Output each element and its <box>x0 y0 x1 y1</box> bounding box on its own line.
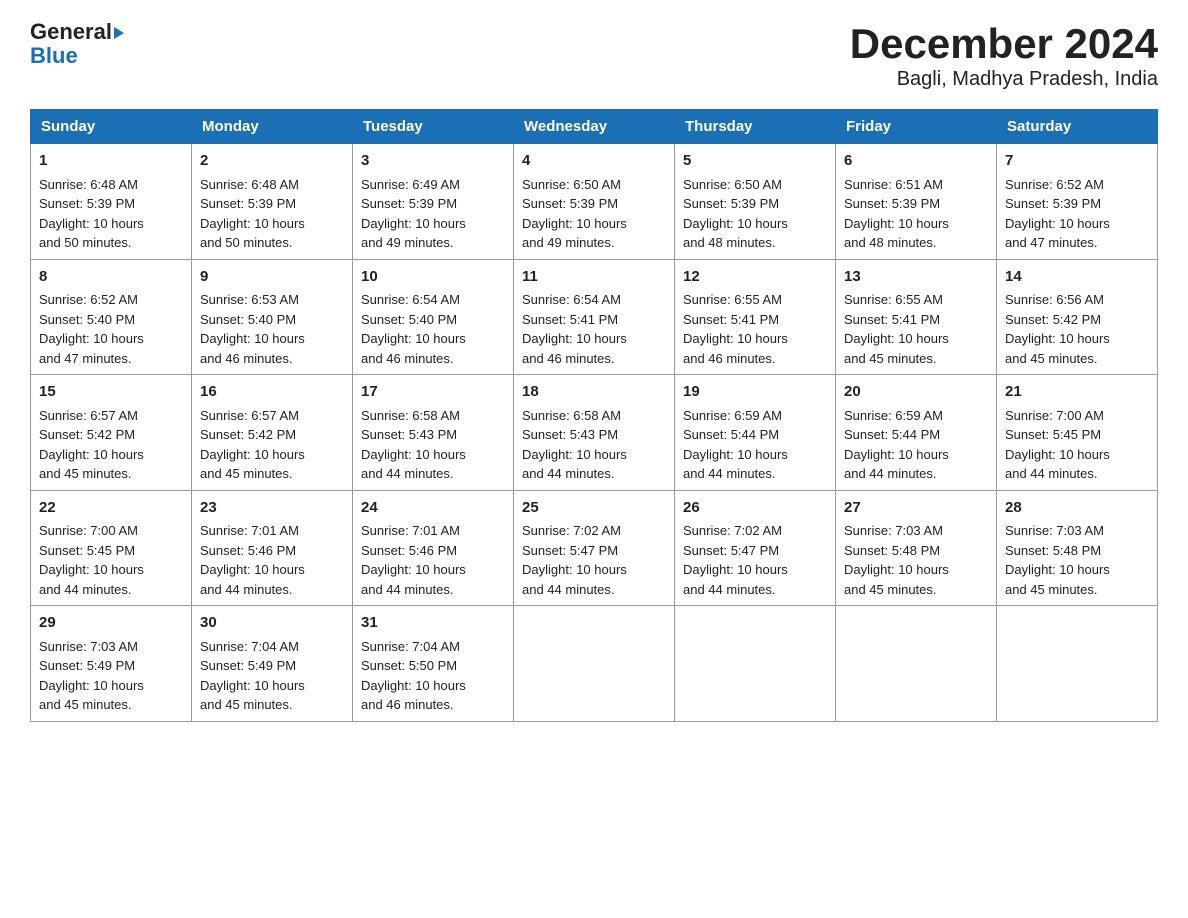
day-number: 31 <box>361 612 505 635</box>
logo: General Blue <box>30 20 124 68</box>
calendar-day-cell: 3Sunrise: 6:49 AMSunset: 5:39 PMDaylight… <box>353 144 514 260</box>
calendar-day-cell: 12Sunrise: 6:55 AMSunset: 5:41 PMDayligh… <box>675 259 836 375</box>
calendar-day-cell: 21Sunrise: 7:00 AMSunset: 5:45 PMDayligh… <box>997 375 1158 491</box>
calendar-week-row: 15Sunrise: 6:57 AMSunset: 5:42 PMDayligh… <box>31 375 1158 491</box>
day-number: 14 <box>1005 266 1149 289</box>
day-number: 4 <box>522 150 666 173</box>
calendar-week-row: 1Sunrise: 6:48 AMSunset: 5:39 PMDaylight… <box>31 144 1158 260</box>
day-number: 23 <box>200 497 344 520</box>
calendar-day-cell: 2Sunrise: 6:48 AMSunset: 5:39 PMDaylight… <box>192 144 353 260</box>
page-header: General Blue December 2024 Bagli, Madhya… <box>30 20 1158 91</box>
calendar-day-cell: 25Sunrise: 7:02 AMSunset: 5:47 PMDayligh… <box>514 490 675 606</box>
calendar-day-cell: 19Sunrise: 6:59 AMSunset: 5:44 PMDayligh… <box>675 375 836 491</box>
calendar-day-cell: 6Sunrise: 6:51 AMSunset: 5:39 PMDaylight… <box>836 144 997 260</box>
day-number: 21 <box>1005 381 1149 404</box>
weekday-header: Friday <box>836 110 997 144</box>
calendar-day-cell <box>836 606 997 722</box>
day-number: 2 <box>200 150 344 173</box>
day-number: 6 <box>844 150 988 173</box>
calendar-body: 1Sunrise: 6:48 AMSunset: 5:39 PMDaylight… <box>31 144 1158 722</box>
day-number: 10 <box>361 266 505 289</box>
weekday-header: Thursday <box>675 110 836 144</box>
calendar-header: SundayMondayTuesdayWednesdayThursdayFrid… <box>31 110 1158 144</box>
day-number: 24 <box>361 497 505 520</box>
calendar-subtitle: Bagli, Madhya Pradesh, India <box>850 68 1158 91</box>
day-number: 17 <box>361 381 505 404</box>
day-number: 28 <box>1005 497 1149 520</box>
weekday-header: Saturday <box>997 110 1158 144</box>
calendar-day-cell: 16Sunrise: 6:57 AMSunset: 5:42 PMDayligh… <box>192 375 353 491</box>
day-number: 25 <box>522 497 666 520</box>
day-number: 13 <box>844 266 988 289</box>
calendar-week-row: 22Sunrise: 7:00 AMSunset: 5:45 PMDayligh… <box>31 490 1158 606</box>
calendar-day-cell: 20Sunrise: 6:59 AMSunset: 5:44 PMDayligh… <box>836 375 997 491</box>
day-number: 30 <box>200 612 344 635</box>
calendar-day-cell <box>514 606 675 722</box>
calendar-day-cell: 30Sunrise: 7:04 AMSunset: 5:49 PMDayligh… <box>192 606 353 722</box>
calendar-day-cell: 14Sunrise: 6:56 AMSunset: 5:42 PMDayligh… <box>997 259 1158 375</box>
day-number: 18 <box>522 381 666 404</box>
calendar-day-cell: 28Sunrise: 7:03 AMSunset: 5:48 PMDayligh… <box>997 490 1158 606</box>
day-number: 11 <box>522 266 666 289</box>
calendar-day-cell: 26Sunrise: 7:02 AMSunset: 5:47 PMDayligh… <box>675 490 836 606</box>
day-number: 16 <box>200 381 344 404</box>
title-block: December 2024 Bagli, Madhya Pradesh, Ind… <box>850 20 1158 91</box>
calendar-table: SundayMondayTuesdayWednesdayThursdayFrid… <box>30 109 1158 722</box>
calendar-week-row: 8Sunrise: 6:52 AMSunset: 5:40 PMDaylight… <box>31 259 1158 375</box>
calendar-day-cell: 15Sunrise: 6:57 AMSunset: 5:42 PMDayligh… <box>31 375 192 491</box>
calendar-week-row: 29Sunrise: 7:03 AMSunset: 5:49 PMDayligh… <box>31 606 1158 722</box>
calendar-day-cell: 31Sunrise: 7:04 AMSunset: 5:50 PMDayligh… <box>353 606 514 722</box>
logo-blue: Blue <box>30 44 124 68</box>
day-number: 8 <box>39 266 183 289</box>
calendar-day-cell: 7Sunrise: 6:52 AMSunset: 5:39 PMDaylight… <box>997 144 1158 260</box>
calendar-day-cell: 22Sunrise: 7:00 AMSunset: 5:45 PMDayligh… <box>31 490 192 606</box>
day-number: 20 <box>844 381 988 404</box>
day-number: 7 <box>1005 150 1149 173</box>
calendar-day-cell: 17Sunrise: 6:58 AMSunset: 5:43 PMDayligh… <box>353 375 514 491</box>
calendar-title: December 2024 <box>850 20 1158 68</box>
day-number: 12 <box>683 266 827 289</box>
weekday-header: Tuesday <box>353 110 514 144</box>
day-number: 5 <box>683 150 827 173</box>
logo-general: General <box>30 20 112 44</box>
day-number: 15 <box>39 381 183 404</box>
day-number: 22 <box>39 497 183 520</box>
day-number: 3 <box>361 150 505 173</box>
day-number: 9 <box>200 266 344 289</box>
calendar-day-cell: 4Sunrise: 6:50 AMSunset: 5:39 PMDaylight… <box>514 144 675 260</box>
calendar-day-cell: 5Sunrise: 6:50 AMSunset: 5:39 PMDaylight… <box>675 144 836 260</box>
calendar-day-cell: 8Sunrise: 6:52 AMSunset: 5:40 PMDaylight… <box>31 259 192 375</box>
calendar-day-cell: 23Sunrise: 7:01 AMSunset: 5:46 PMDayligh… <box>192 490 353 606</box>
calendar-day-cell: 29Sunrise: 7:03 AMSunset: 5:49 PMDayligh… <box>31 606 192 722</box>
calendar-day-cell <box>675 606 836 722</box>
calendar-day-cell: 11Sunrise: 6:54 AMSunset: 5:41 PMDayligh… <box>514 259 675 375</box>
day-number: 1 <box>39 150 183 173</box>
day-number: 29 <box>39 612 183 635</box>
weekday-header: Wednesday <box>514 110 675 144</box>
calendar-day-cell: 24Sunrise: 7:01 AMSunset: 5:46 PMDayligh… <box>353 490 514 606</box>
calendar-day-cell: 18Sunrise: 6:58 AMSunset: 5:43 PMDayligh… <box>514 375 675 491</box>
weekday-header: Sunday <box>31 110 192 144</box>
calendar-day-cell: 13Sunrise: 6:55 AMSunset: 5:41 PMDayligh… <box>836 259 997 375</box>
logo-arrow-icon <box>114 27 124 39</box>
day-number: 19 <box>683 381 827 404</box>
day-number: 26 <box>683 497 827 520</box>
calendar-day-cell: 27Sunrise: 7:03 AMSunset: 5:48 PMDayligh… <box>836 490 997 606</box>
calendar-day-cell: 9Sunrise: 6:53 AMSunset: 5:40 PMDaylight… <box>192 259 353 375</box>
calendar-day-cell: 10Sunrise: 6:54 AMSunset: 5:40 PMDayligh… <box>353 259 514 375</box>
calendar-day-cell <box>997 606 1158 722</box>
day-number: 27 <box>844 497 988 520</box>
weekday-header: Monday <box>192 110 353 144</box>
calendar-day-cell: 1Sunrise: 6:48 AMSunset: 5:39 PMDaylight… <box>31 144 192 260</box>
